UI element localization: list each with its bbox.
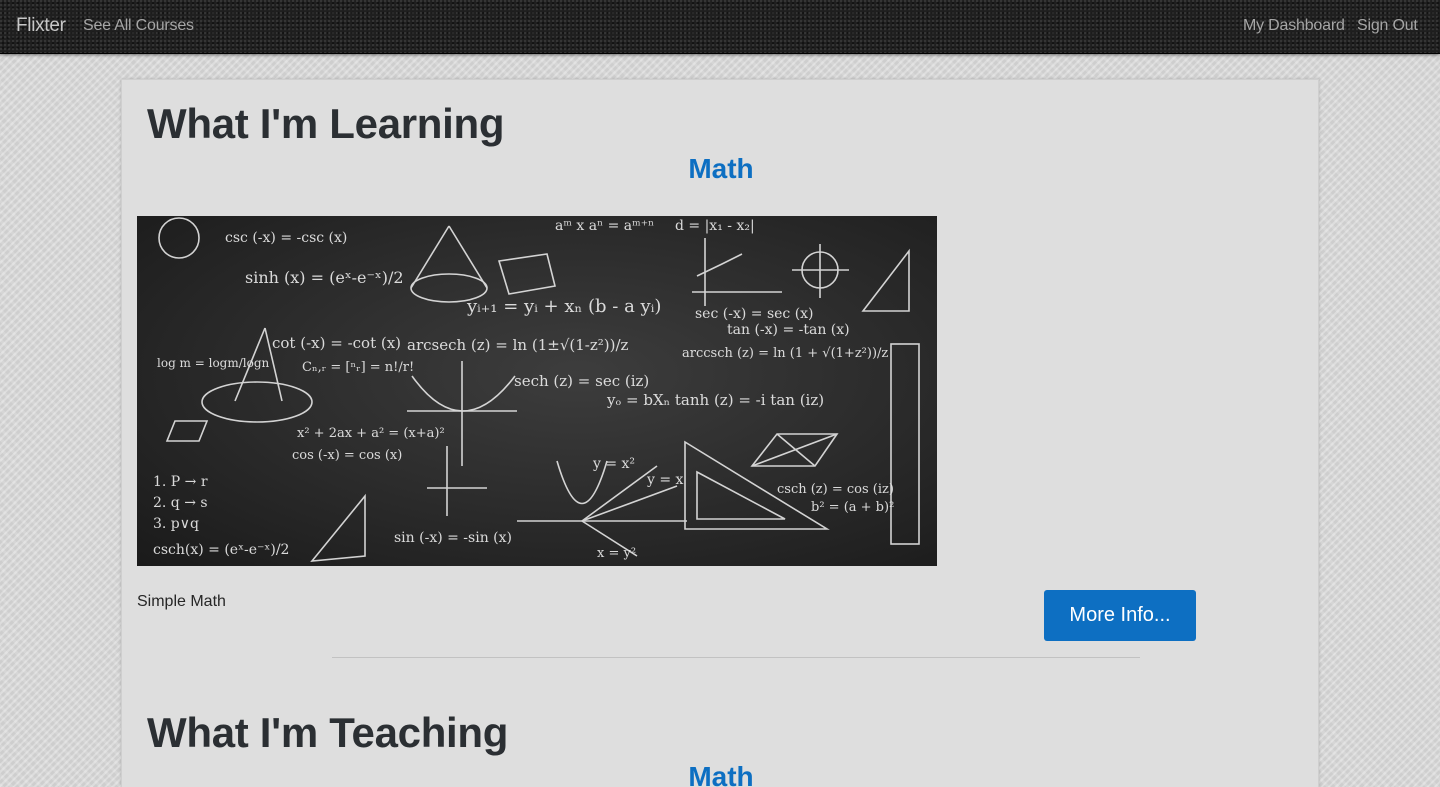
learning-course-title-link[interactable]: Math	[122, 153, 1320, 185]
formula-text: x = y²	[597, 546, 637, 561]
formula-text: yₒ = bXₙ tanh (z) = -i tan (iz)	[607, 391, 825, 409]
formula-text: 2. q → s	[153, 495, 208, 511]
formula-text: d = |x₁ - x₂|	[675, 218, 755, 234]
formula-text: csch (z) = cos (iz)	[777, 482, 894, 497]
formula-text: tan (-x) = -tan (x)	[727, 322, 850, 338]
formula-text: sec (-x) = sec (x)	[695, 306, 814, 322]
course-image[interactable]: csc (-x) = -csc (x) sinh (x) = (eˣ-e⁻ˣ)/…	[137, 216, 937, 566]
formula-text: 3. p∨q	[153, 516, 199, 532]
top-navbar: Flixter See All Courses My Dashboard Sig…	[0, 0, 1440, 54]
formula-text: sinh (x) = (eˣ-e⁻ˣ)/2	[245, 268, 404, 287]
brand-logo-link[interactable]: Flixter	[16, 15, 66, 37]
formula-text: y = x	[647, 472, 684, 488]
content-card: What I'm Learning Math csc (-x) = -csc (…	[121, 79, 1319, 787]
my-dashboard-link[interactable]: My Dashboard	[1243, 17, 1345, 35]
formula-text: b² = (a + b)²	[811, 500, 895, 515]
section-divider	[332, 657, 1140, 658]
formula-text: y = x²	[593, 456, 636, 472]
teaching-heading: What I'm Teaching	[147, 709, 509, 756]
sign-out-link[interactable]: Sign Out	[1357, 17, 1418, 35]
formula-text: cot (-x) = -cot (x)	[272, 334, 402, 352]
formula-text: csch(x) = (eˣ-e⁻ˣ)/2	[153, 542, 290, 558]
formula-text: arccsch (z) = ln (1 + √(1+z²))/z	[682, 346, 889, 361]
formula-text: x² + 2ax + a² = (x+a)²	[297, 426, 445, 441]
teaching-course-title-link[interactable]: Math	[122, 761, 1320, 787]
formula-text: arcsech (z) = ln (1±√(1-z²))/z	[407, 336, 629, 354]
formula-text: 1. P → r	[153, 474, 208, 490]
formula-text: log m = logm/logn	[157, 356, 270, 370]
formula-text: cos (-x) = cos (x)	[292, 448, 403, 463]
formula-text: yᵢ₊₁ = yᵢ + xₙ (b - a yᵢ)	[467, 296, 662, 317]
formula-text: sin (-x) = -sin (x)	[394, 530, 512, 546]
course-description: Simple Math	[137, 593, 226, 610]
formula-text: Cₙ,ᵣ = [ⁿᵣ] = n!/r!	[302, 360, 415, 375]
formula-text: sech (z) = sec (iz)	[514, 372, 650, 390]
learning-heading: What I'm Learning	[147, 100, 505, 147]
see-all-courses-link[interactable]: See All Courses	[83, 17, 194, 35]
formula-text: csc (-x) = -csc (x)	[225, 230, 348, 246]
formula-text: aᵐ x aⁿ = aᵐ⁺ⁿ	[555, 218, 655, 234]
more-info-button[interactable]: More Info...	[1044, 590, 1196, 641]
